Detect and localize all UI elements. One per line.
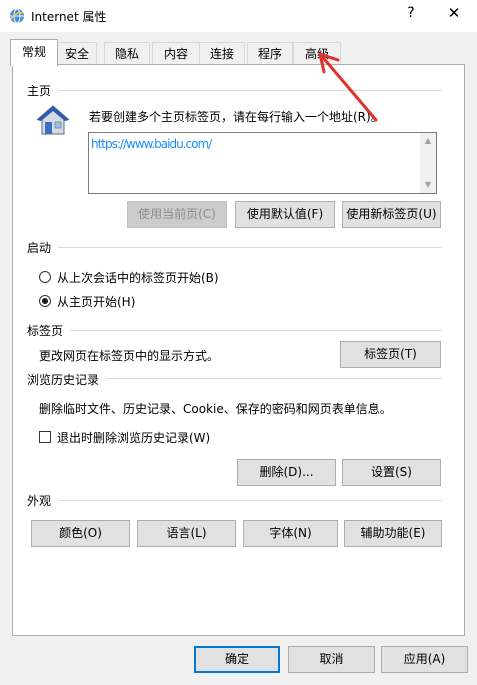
tab-content[interactable]: 内容 bbox=[152, 42, 200, 64]
use-current-button[interactable]: 使用当前页(C) bbox=[127, 201, 227, 228]
close-button[interactable]: ✕ bbox=[446, 4, 462, 22]
languages-button[interactable]: 语言(L) bbox=[137, 520, 236, 547]
colors-button[interactable]: 颜色(O) bbox=[31, 520, 130, 547]
tab-security[interactable]: 安全 bbox=[57, 42, 97, 64]
use-default-button[interactable]: 使用默认值(F) bbox=[235, 201, 335, 228]
home-page-icon bbox=[36, 105, 70, 135]
tab-programs[interactable]: 程序 bbox=[247, 42, 293, 64]
startup-radio-last-session[interactable] bbox=[39, 271, 51, 283]
fonts-button[interactable]: 字体(N) bbox=[243, 520, 338, 547]
startup-group-divider bbox=[58, 247, 442, 248]
appearance-group-label: 外观 bbox=[27, 494, 52, 508]
accessibility-button[interactable]: 辅助功能(E) bbox=[344, 520, 442, 547]
apply-button[interactable]: 应用(A) bbox=[381, 646, 468, 673]
scroll-down-icon[interactable]: ▼ bbox=[420, 177, 436, 193]
title-bar: Internet 属性 ? ✕ bbox=[0, 0, 477, 32]
cancel-button[interactable]: 取消 bbox=[288, 646, 375, 673]
window-title: Internet 属性 bbox=[31, 10, 107, 24]
startup-option-home-page[interactable]: 从主页开始(H) bbox=[57, 293, 135, 310]
tabs-group-divider bbox=[70, 330, 442, 331]
history-description: 删除临时文件、历史记录、Cookie、保存的密码和网页表单信息。 bbox=[39, 402, 392, 416]
startup-radio-home-page[interactable] bbox=[39, 295, 51, 307]
delete-history-on-exit-label[interactable]: 退出时删除浏览历史记录(W) bbox=[57, 429, 210, 446]
appearance-group-divider bbox=[58, 500, 442, 501]
home-input-scrollbar[interactable]: ▲ ▼ bbox=[420, 133, 436, 193]
home-group-label: 主页 bbox=[27, 84, 52, 98]
help-button[interactable]: ? bbox=[404, 5, 418, 21]
tab-connections[interactable]: 连接 bbox=[199, 42, 245, 64]
delete-history-on-exit-checkbox[interactable] bbox=[39, 431, 51, 443]
tabs-group-label: 标签页 bbox=[27, 324, 64, 338]
tab-general[interactable]: 常规 bbox=[10, 39, 58, 66]
annotation-arrow-icon bbox=[318, 52, 378, 122]
home-page-url: https://www.baidu.com/ bbox=[91, 137, 212, 151]
tabs-description: 更改网页在标签页中的显示方式。 bbox=[39, 349, 220, 363]
delete-history-button[interactable]: 删除(D)... bbox=[237, 459, 336, 486]
history-group-label: 浏览历史记录 bbox=[27, 373, 100, 387]
use-new-tab-button[interactable]: 使用新标签页(U) bbox=[342, 201, 441, 228]
tab-privacy[interactable]: 隐私 bbox=[104, 42, 150, 64]
startup-option-last-session[interactable]: 从上次会话中的标签页开始(B) bbox=[57, 269, 219, 286]
ok-button[interactable]: 确定 bbox=[194, 646, 280, 673]
internet-options-icon bbox=[10, 8, 24, 24]
tabs-settings-button[interactable]: 标签页(T) bbox=[340, 341, 441, 368]
startup-group-label: 启动 bbox=[27, 241, 52, 255]
history-group-divider bbox=[106, 378, 442, 379]
scroll-up-icon[interactable]: ▲ bbox=[420, 133, 436, 149]
history-settings-button[interactable]: 设置(S) bbox=[342, 459, 441, 486]
home-page-input[interactable]: https://www.baidu.com/ ▲ ▼ bbox=[88, 132, 437, 194]
